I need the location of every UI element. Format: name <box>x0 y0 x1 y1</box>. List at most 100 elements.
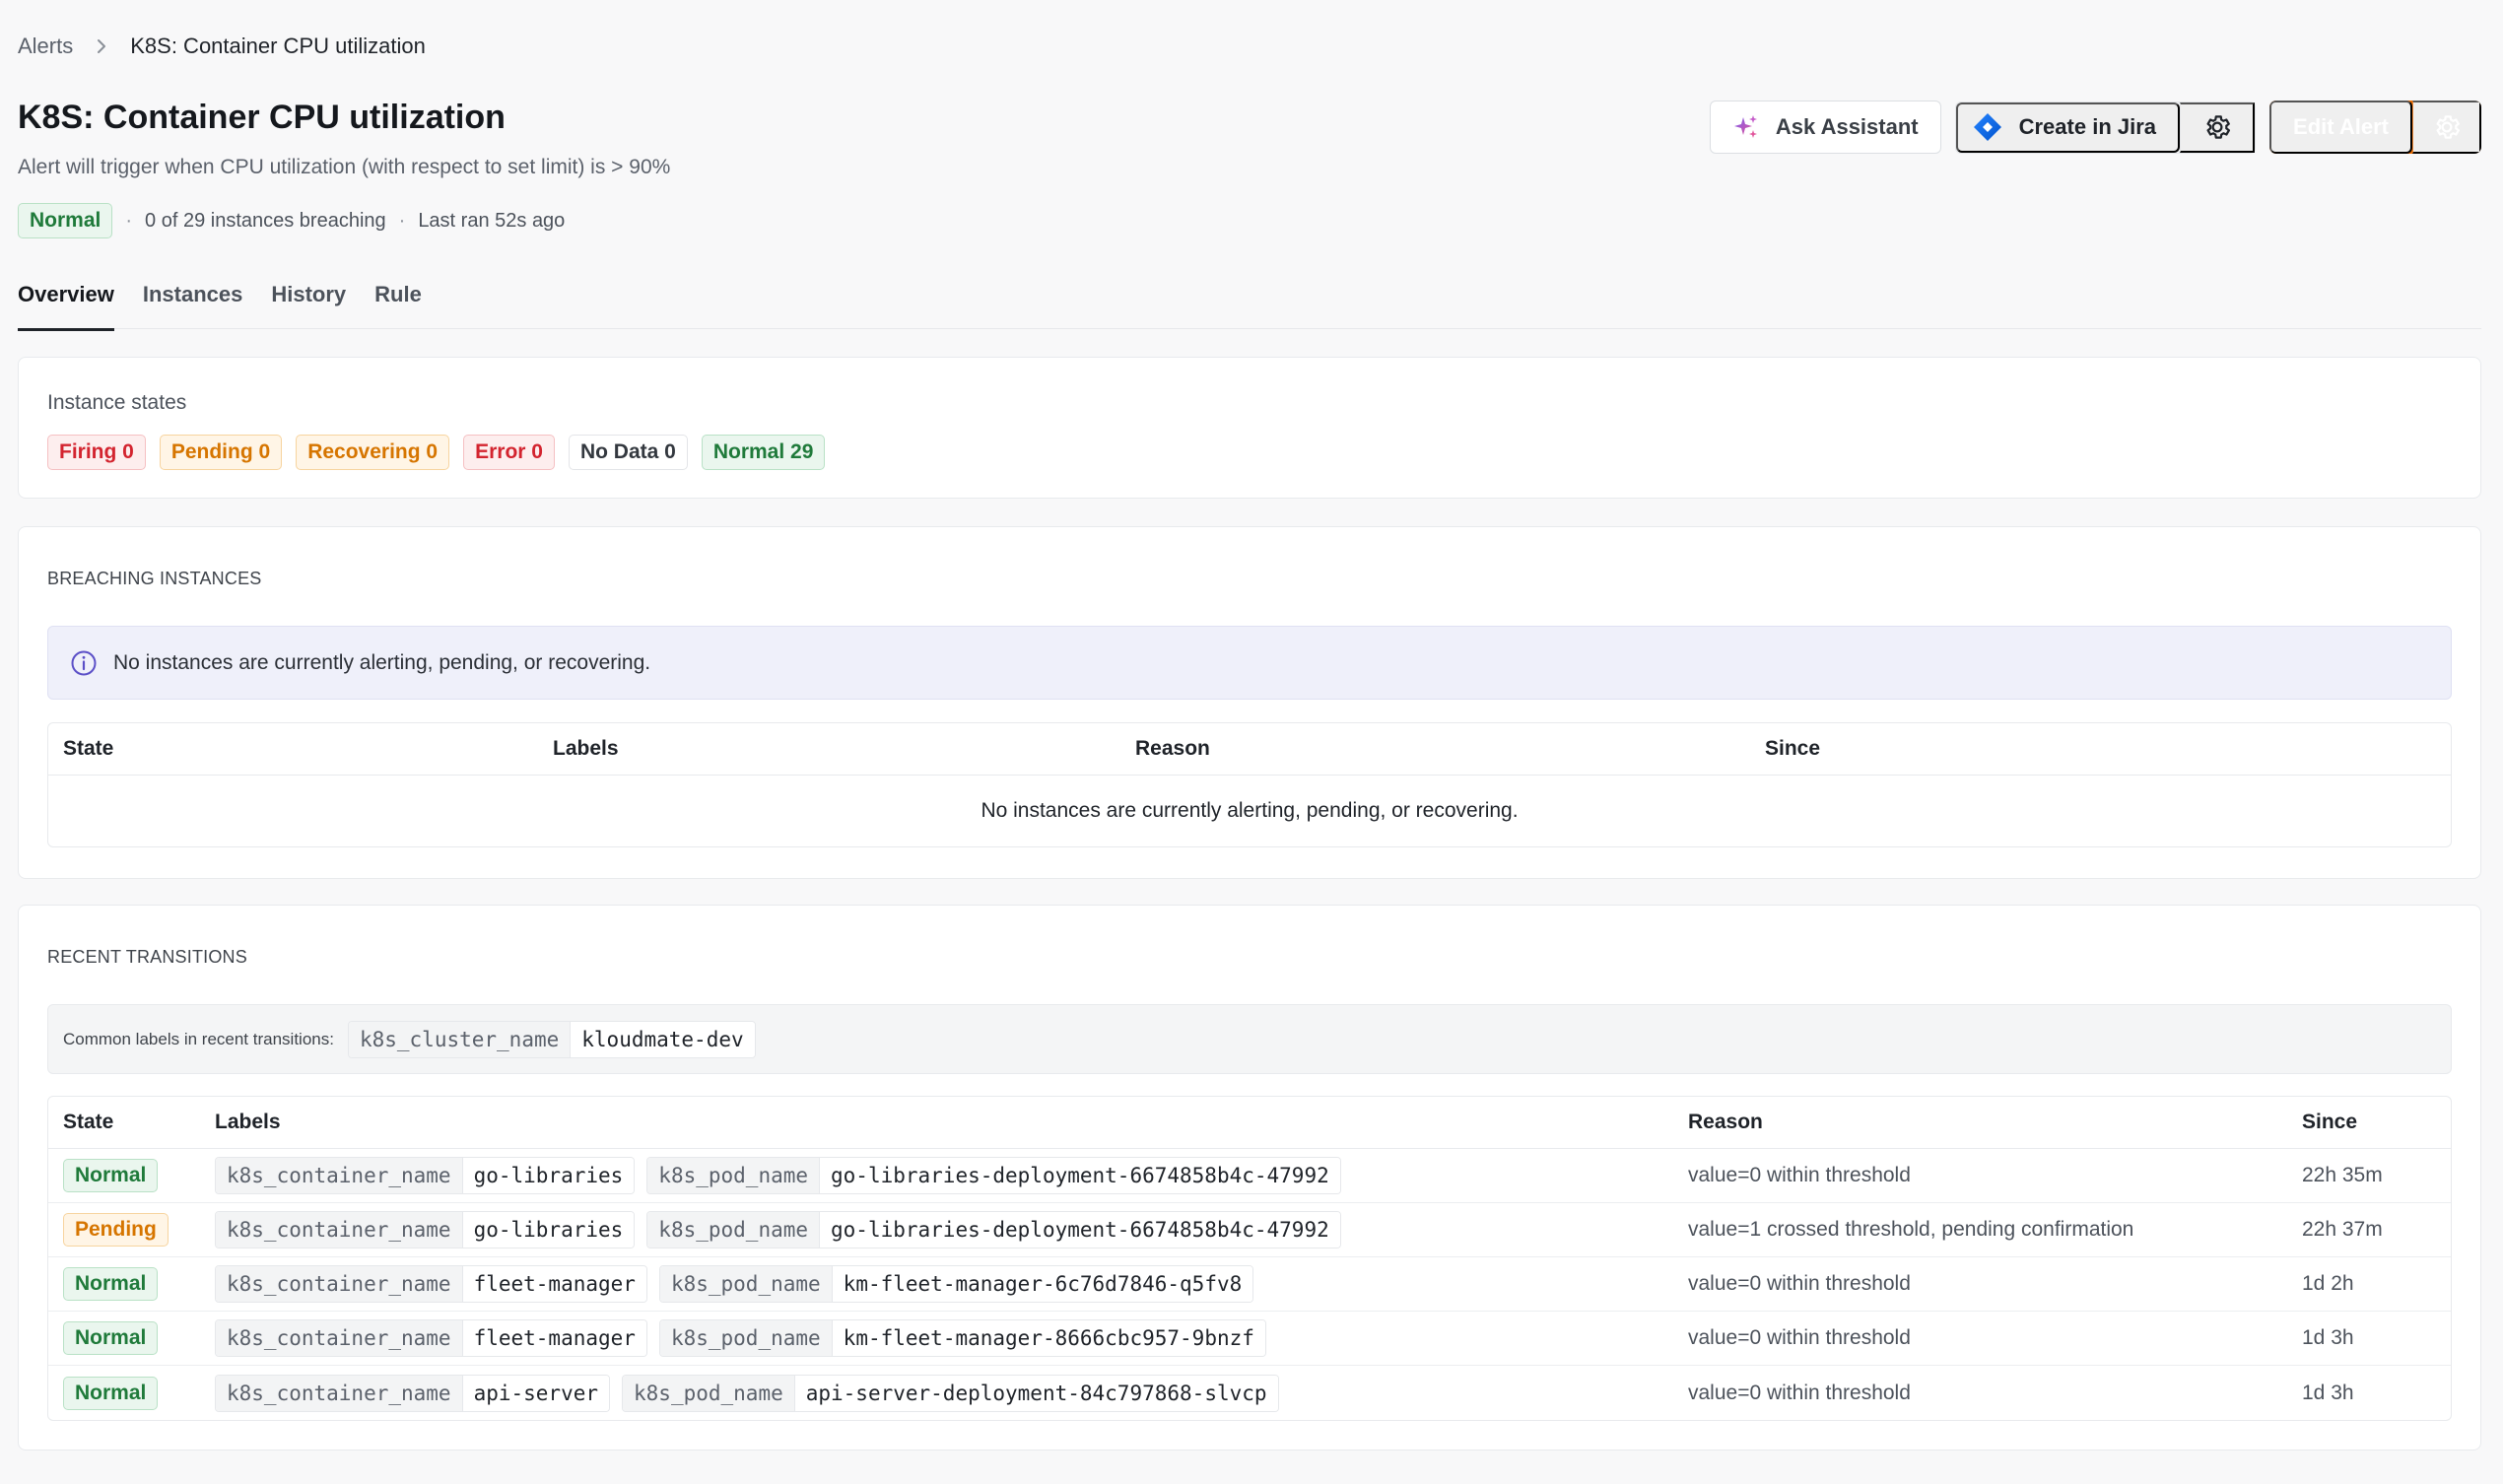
breaching-instances-card: BREACHING INSTANCES No instances are cur… <box>18 526 2481 879</box>
column-header-since: Since <box>2302 1111 2358 1133</box>
reason-text: value=0 within threshold <box>1688 1272 1911 1295</box>
jira-icon <box>1972 111 2003 143</box>
table-header: State Labels Reason Since <box>48 723 2451 776</box>
since-text: 22h 37m <box>2302 1218 2383 1241</box>
label-value: go-libraries-deployment-6674858b4c-47992 <box>819 1158 1340 1193</box>
label-value: km-fleet-manager-6c76d7846-q5fv8 <box>831 1266 1253 1302</box>
since-text: 22h 35m <box>2302 1164 2383 1186</box>
reason-text: value=1 crossed threshold, pending confi… <box>1688 1218 2134 1241</box>
state-badge: Normal <box>63 1321 159 1355</box>
chevron-right-icon <box>95 37 108 55</box>
label-value: go-libraries-deployment-6674858b4c-47992 <box>819 1212 1340 1248</box>
instance-states-list: Firing 0 Pending 0 Recovering 0 Error 0 … <box>47 435 839 470</box>
table-row[interactable]: Normal k8s_container_name fleet-manager k… <box>48 1257 2451 1312</box>
edit-alert-button[interactable]: Edit Alert <box>2269 101 2412 154</box>
state-badge-recovering[interactable]: Recovering 0 <box>296 435 450 470</box>
label-value: fleet-manager <box>461 1320 646 1356</box>
info-banner-text: No instances are currently alerting, pen… <box>113 650 651 674</box>
gear-icon <box>2202 112 2232 142</box>
since-text: 1d 2h <box>2302 1272 2354 1295</box>
label-key: k8s_container_name <box>216 1320 462 1356</box>
reason-text: value=0 within threshold <box>1688 1381 1911 1404</box>
recent-transitions-card: RECENT TRANSITIONS Common labels in rece… <box>18 905 2481 1450</box>
ask-assistant-label: Ask Assistant <box>1775 114 1919 139</box>
edit-alert-settings-button[interactable] <box>2412 101 2481 154</box>
last-ran-text: Last ran 52s ago <box>418 209 566 232</box>
column-header-state: State <box>63 737 114 760</box>
section-title: BREACHING INSTANCES <box>47 569 262 588</box>
label-key: k8s_cluster_name <box>348 1021 571 1057</box>
state-badge: Normal <box>63 1267 159 1301</box>
state-badge-error[interactable]: Error 0 <box>463 435 555 470</box>
label-key: k8s_container_name <box>216 1266 462 1302</box>
label-value: go-libraries <box>461 1212 635 1248</box>
state-badge-pending[interactable]: Pending 0 <box>159 435 283 470</box>
state-badge-normal[interactable]: Normal 29 <box>701 435 826 470</box>
jira-button-group: Create in Jira <box>1954 101 2257 154</box>
since-text: 1d 3h <box>2302 1381 2354 1404</box>
label-chip: k8s_pod_name km-fleet-manager-6c76d7846-q… <box>658 1265 1254 1303</box>
state-badge-no-data[interactable]: No Data 0 <box>568 435 688 470</box>
column-header-reason: Reason <box>1688 1111 1763 1133</box>
breadcrumb-current: K8S: Container CPU utilization <box>130 34 426 58</box>
header-actions: Ask Assistant Create in Jira Edit Alert <box>1709 101 2481 154</box>
alert-status-line: Normal · 0 of 29 instances breaching · L… <box>18 203 565 238</box>
instance-states-title: Instance states <box>47 391 187 414</box>
label-key: k8s_pod_name <box>659 1320 832 1356</box>
create-in-jira-button[interactable]: Create in Jira <box>1955 101 2181 153</box>
label-key: k8s_pod_name <box>659 1266 832 1302</box>
tab-rule[interactable]: Rule <box>374 282 422 329</box>
label-value: km-fleet-manager-8666cbc957-9bnzf <box>831 1320 1265 1356</box>
label-key: k8s_pod_name <box>647 1158 820 1193</box>
state-badge: Normal <box>63 1376 159 1410</box>
label-key: k8s_container_name <box>216 1158 462 1193</box>
breadcrumb-alerts-link[interactable]: Alerts <box>18 34 73 59</box>
label-value: go-libraries <box>461 1158 635 1193</box>
column-header-reason: Reason <box>1135 737 1210 760</box>
label-chip: k8s_container_name fleet-manager <box>215 1319 647 1357</box>
instances-breaching-text: 0 of 29 instances breaching <box>145 209 386 232</box>
label-value: fleet-manager <box>461 1266 646 1302</box>
state-badge: Pending <box>63 1213 169 1247</box>
tab-history[interactable]: History <box>271 282 346 329</box>
tab-instances[interactable]: Instances <box>143 282 243 329</box>
label-chip: k8s_pod_name go-libraries-deployment-6674… <box>646 1211 1341 1248</box>
instance-states-card: Instance states Firing 0 Pending 0 Recov… <box>18 357 2481 499</box>
create-in-jira-label: Create in Jira <box>2018 114 2157 139</box>
column-header-labels: Labels <box>553 737 619 760</box>
table-header: State Labels Reason Since <box>48 1097 2451 1149</box>
table-row[interactable]: Normal k8s_container_name go-libraries k8… <box>48 1149 2451 1203</box>
label-chip: k8s_container_name go-libraries <box>215 1157 636 1194</box>
label-value: api-server <box>461 1375 610 1411</box>
table-empty-state: No instances are currently alerting, pen… <box>981 799 1519 822</box>
tab-overview[interactable]: Overview <box>18 282 114 331</box>
info-banner: No instances are currently alerting, pen… <box>47 626 2452 700</box>
label-chip: k8s_pod_name km-fleet-manager-8666cbc957-… <box>658 1319 1266 1357</box>
state-badge-firing[interactable]: Firing 0 <box>47 435 146 470</box>
tab-bar: Overview Instances History Rule <box>18 282 2481 331</box>
sparkle-icon <box>1732 113 1760 141</box>
ask-assistant-button[interactable]: Ask Assistant <box>1709 101 1941 154</box>
label-value: api-server-deployment-84c797868-slvcp <box>793 1375 1278 1411</box>
label-value: kloudmate-dev <box>570 1021 755 1057</box>
table-row[interactable]: Normal k8s_container_name api-server k8s_… <box>48 1366 2451 1420</box>
label-chip: k8s_container_name api-server <box>215 1374 611 1412</box>
info-icon <box>70 649 98 677</box>
since-text: 1d 3h <box>2302 1326 2354 1349</box>
alert-description: Alert will trigger when CPU utilization … <box>18 156 671 178</box>
reason-text: value=0 within threshold <box>1688 1326 1911 1349</box>
status-badge: Normal <box>18 203 113 238</box>
common-labels-bar: Common labels in recent transitions: k8s… <box>47 1004 2452 1074</box>
jira-settings-button[interactable] <box>2180 101 2256 153</box>
label-key: k8s_container_name <box>216 1212 462 1248</box>
label-key: k8s_container_name <box>216 1375 462 1411</box>
breaching-table: State Labels Reason Since No instances a… <box>47 722 2452 847</box>
state-badge: Normal <box>63 1159 159 1192</box>
table-row[interactable]: Pending k8s_container_name go-libraries k… <box>48 1203 2451 1257</box>
label-chip: k8s_cluster_name kloudmate-dev <box>347 1020 756 1058</box>
edit-alert-button-group: Edit Alert <box>2269 101 2481 154</box>
separator-dot: · <box>398 209 406 232</box>
label-chip: k8s_container_name fleet-manager <box>215 1265 647 1303</box>
table-row[interactable]: Normal k8s_container_name fleet-manager k… <box>48 1312 2451 1366</box>
label-key: k8s_pod_name <box>647 1212 820 1248</box>
